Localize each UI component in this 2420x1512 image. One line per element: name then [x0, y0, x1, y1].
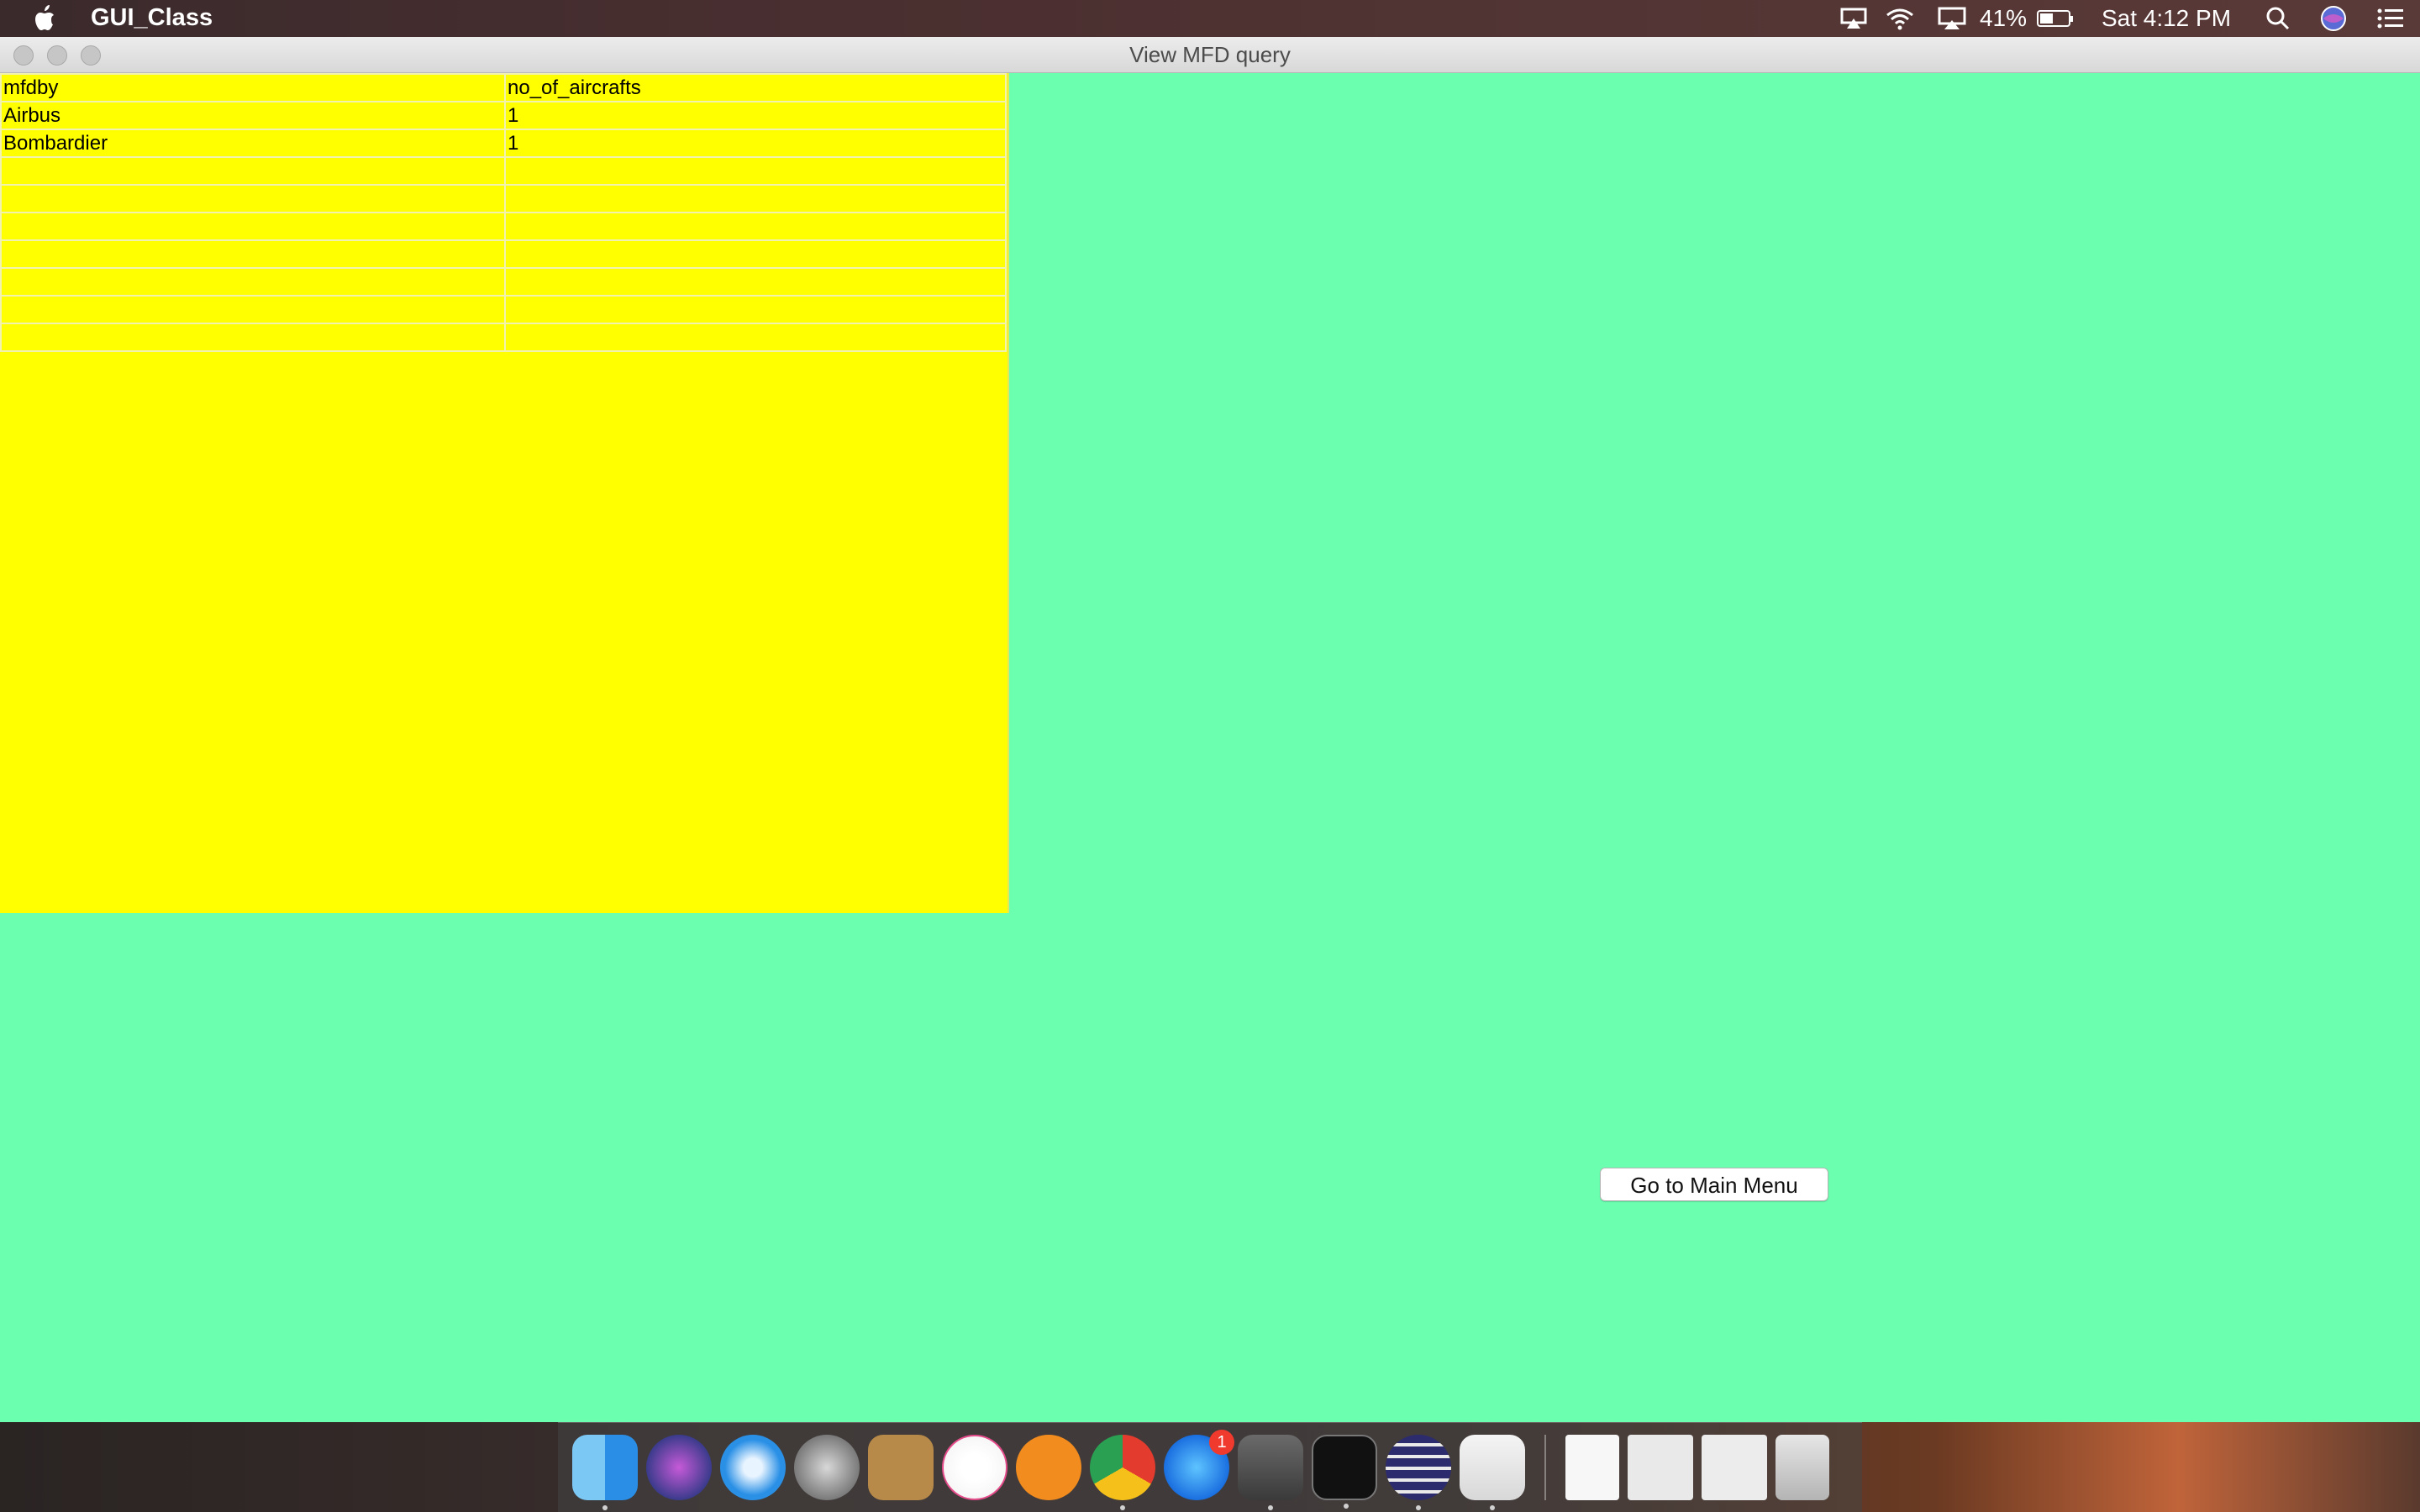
java-icon[interactable] — [1460, 1435, 1525, 1510]
table-header-row: mfdby no_of_aircrafts — [0, 73, 1007, 102]
launchpad-icon[interactable] — [794, 1435, 860, 1500]
column-header-no-of-aircrafts[interactable]: no_of_aircrafts — [504, 73, 1007, 102]
table-cell[interactable] — [504, 212, 1007, 241]
table-cell[interactable] — [504, 295, 1007, 324]
table-cell[interactable] — [0, 184, 506, 213]
table-cell[interactable] — [504, 267, 1007, 297]
sublime-text-icon[interactable] — [1238, 1435, 1303, 1510]
search-icon[interactable] — [2250, 0, 2306, 37]
app-store-icon[interactable]: 1 — [1164, 1430, 1234, 1500]
table-row[interactable] — [0, 239, 1007, 269]
chrome-icon[interactable] — [1090, 1435, 1155, 1510]
app-name[interactable]: GUI_Class — [91, 4, 213, 32]
table-row[interactable] — [0, 295, 1007, 324]
table-row[interactable] — [0, 156, 1007, 186]
terminal-icon[interactable] — [1312, 1435, 1377, 1509]
table-row[interactable] — [0, 267, 1007, 297]
go-to-main-menu-button[interactable]: Go to Main Menu — [1600, 1168, 1828, 1201]
apple-icon[interactable] — [32, 3, 60, 34]
table-cell[interactable] — [504, 239, 1007, 269]
table-cell[interactable] — [0, 295, 506, 324]
trash-icon[interactable] — [1776, 1435, 1829, 1500]
table-cell[interactable] — [0, 239, 506, 269]
table-row[interactable] — [0, 212, 1007, 241]
finder-icon[interactable] — [572, 1435, 638, 1510]
safari-icon[interactable] — [720, 1435, 786, 1500]
table-cell[interactable]: 1 — [504, 129, 1007, 158]
table-cell[interactable] — [504, 184, 1007, 213]
table-cell[interactable] — [0, 267, 506, 297]
table-row[interactable]: Bombardier 1 — [0, 129, 1007, 158]
siri-icon[interactable] — [646, 1435, 712, 1500]
table-cell[interactable]: Airbus — [0, 101, 506, 130]
eclipse-icon[interactable] — [1386, 1435, 1451, 1510]
notification-center-icon[interactable] — [2361, 0, 2420, 37]
airplay-icon[interactable] — [1926, 0, 1978, 37]
table-cell[interactable]: Bombardier — [0, 129, 506, 158]
window-content: mfdby no_of_aircrafts Airbus 1 Bombardie… — [0, 73, 2420, 1422]
table-cell[interactable]: 1 — [504, 101, 1007, 130]
table-row[interactable]: Airbus 1 — [0, 101, 1007, 130]
ibooks-icon[interactable] — [1016, 1435, 1081, 1500]
table-cell[interactable] — [504, 156, 1007, 186]
table-cell[interactable] — [0, 212, 506, 241]
window-title-bar: View MFD query — [0, 37, 2420, 73]
chrome-window-thumbnail-icon[interactable] — [1628, 1435, 1693, 1500]
c-file-icon[interactable] — [1565, 1435, 1619, 1500]
results-table: mfdby no_of_aircrafts Airbus 1 Bombardie… — [0, 73, 1007, 352]
contacts-icon[interactable] — [868, 1435, 934, 1500]
chrome-window-thumbnail-icon[interactable] — [1702, 1435, 1767, 1500]
table-cell[interactable] — [504, 323, 1007, 352]
app-store-badge: 1 — [1209, 1430, 1234, 1455]
column-header-mfdby[interactable]: mfdby — [0, 73, 506, 102]
battery-icon[interactable] — [2028, 0, 2082, 37]
itunes-icon[interactable] — [942, 1435, 1007, 1500]
siri-icon[interactable] — [2306, 0, 2361, 37]
table-cell[interactable] — [0, 156, 506, 186]
menu-bar: GUI_Class 41% Sat 4:12 PM — [0, 0, 2420, 37]
wifi-icon[interactable] — [1874, 0, 1926, 37]
dock-separator — [1544, 1435, 1546, 1500]
clock[interactable]: Sat 4:12 PM — [2082, 0, 2250, 37]
dock: 1 — [558, 1422, 1862, 1512]
battery-percent: 41% — [1979, 5, 2028, 31]
display-icon[interactable] — [1833, 0, 1874, 37]
table-cell[interactable] — [0, 323, 506, 352]
table-row[interactable] — [0, 184, 1007, 213]
table-row[interactable] — [0, 323, 1007, 352]
results-table-panel: mfdby no_of_aircrafts Airbus 1 Bombardie… — [0, 73, 1009, 913]
window-title: View MFD query — [1129, 42, 1291, 67]
